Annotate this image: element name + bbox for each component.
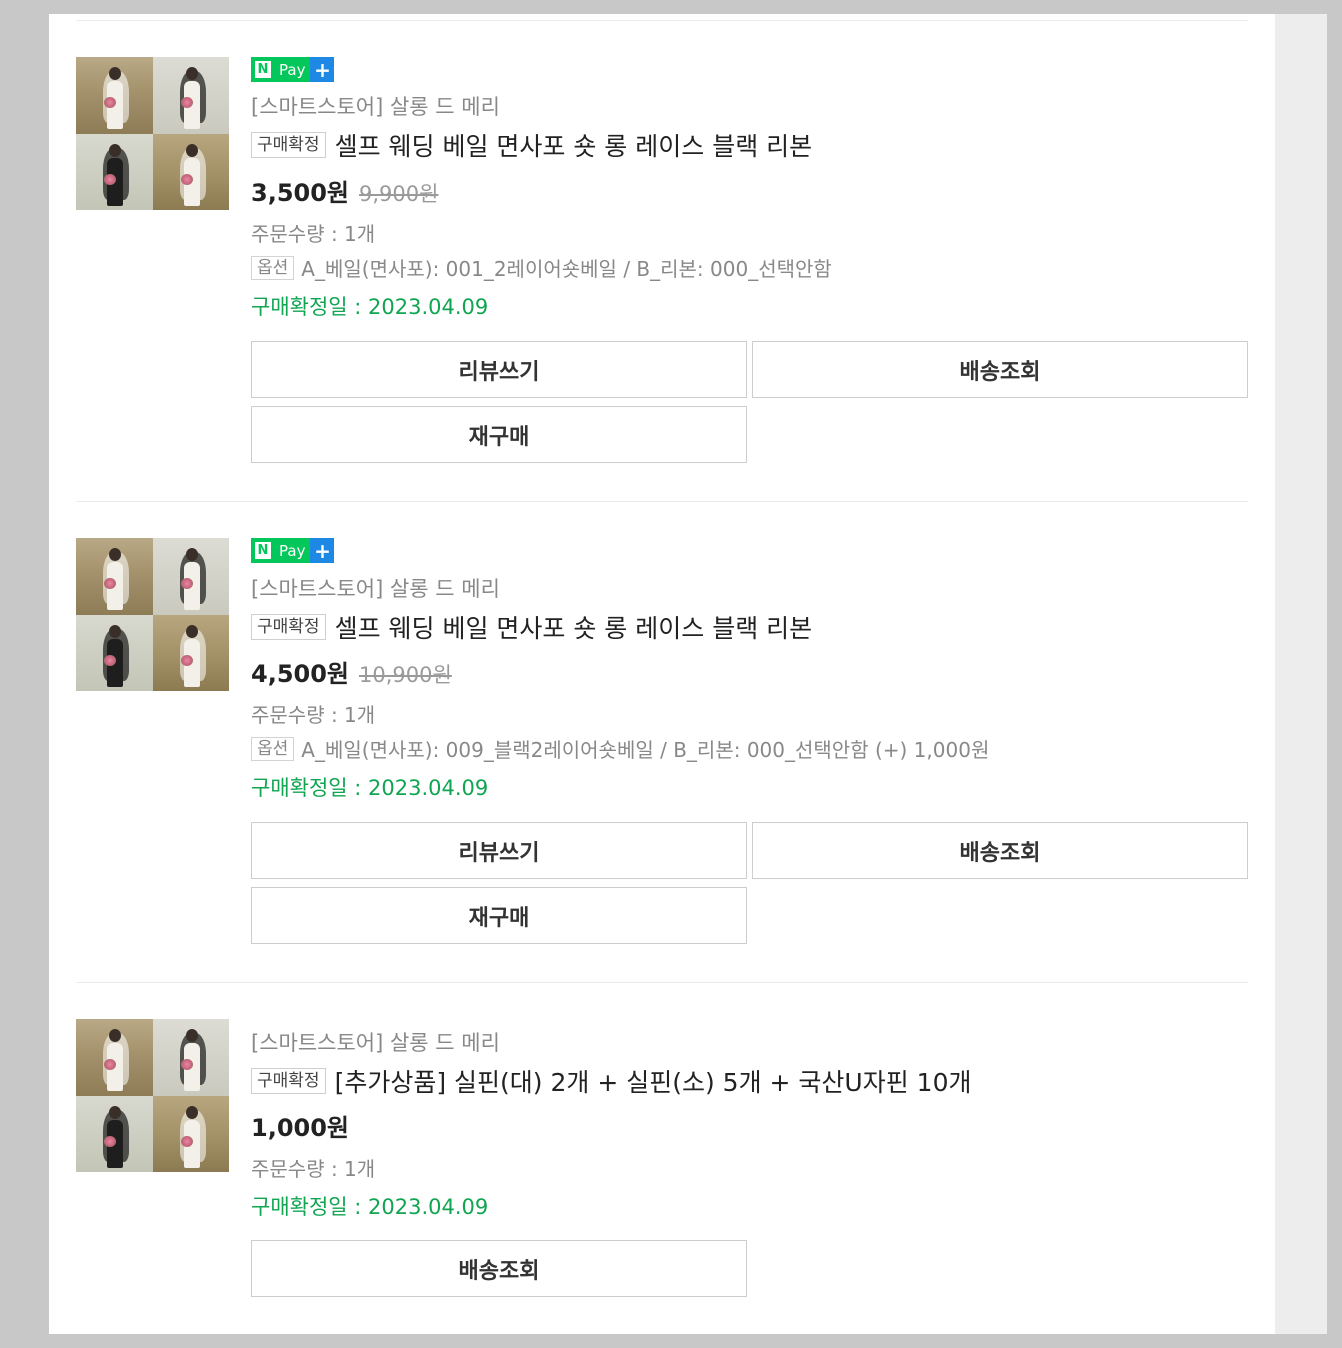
plus-icon: + [310,57,335,82]
divider [76,20,1248,21]
order-quantity: 주문수량 : 1개 [251,703,376,727]
order-list-panel: N Pay + [스마트스토어] 살롱 드 메리 구매확정 셀프 웨딩 베일 면… [49,14,1275,1334]
npay-plus-badge: N Pay + [251,538,335,563]
write-review-button[interactable]: 리뷰쓰기 [251,341,747,398]
divider [76,982,1248,983]
order-quantity: 주문수량 : 1개 [251,222,376,246]
option-badge: 옵션 [251,736,295,761]
divider [76,501,1248,502]
product-title[interactable]: 셀프 웨딩 베일 면사포 숏 롱 레이스 블랙 리본 [335,127,813,163]
track-delivery-button[interactable]: 배송조회 [251,1240,747,1297]
write-review-button[interactable]: 리뷰쓰기 [251,822,747,879]
sale-price: 4,500원 [251,660,349,688]
naver-n-icon: N [251,57,275,82]
product-title[interactable]: 셀프 웨딩 베일 면사포 숏 롱 레이스 블랙 리본 [335,609,813,645]
option-text: A_베일(면사포): 001_2레이어숏베일 / B_리본: 000_선택안함 [301,257,832,281]
store-name[interactable]: [스마트스토어] 살롱 드 메리 [251,91,500,121]
sale-price: 3,500원 [251,179,349,207]
option-text: A_베일(면사포): 009_블랙2레이어숏베일 / B_리본: 000_선택안… [301,738,990,762]
npay-label: Pay [275,57,311,82]
product-title[interactable]: [추가상품] 실핀(대) 2개 + 실핀(소) 5개 + 국산U자핀 10개 [335,1063,972,1099]
naver-n-icon: N [251,538,275,563]
store-name[interactable]: [스마트스토어] 살롱 드 메리 [251,573,500,603]
option-badge: 옵션 [251,255,295,280]
confirm-date: 구매확정일 : 2023.04.09 [251,1195,489,1219]
plus-icon: + [310,538,335,563]
confirm-date: 구매확정일 : 2023.04.09 [251,295,489,319]
status-badge: 구매확정 [251,614,326,640]
repurchase-button[interactable]: 재구매 [251,887,747,944]
confirm-date: 구매확정일 : 2023.04.09 [251,776,489,800]
track-delivery-button[interactable]: 배송조회 [752,822,1248,879]
product-thumbnail[interactable] [76,1019,229,1172]
product-thumbnail[interactable] [76,538,229,691]
original-price: 10,900원 [359,663,452,687]
product-thumbnail[interactable] [76,57,229,210]
page-scroll-area [1275,14,1327,1334]
store-name[interactable]: [스마트스토어] 살롱 드 메리 [251,1027,500,1057]
order-quantity: 주문수량 : 1개 [251,1157,376,1181]
npay-plus-badge: N Pay + [251,57,335,82]
npay-label: Pay [275,538,311,563]
status-badge: 구매확정 [251,1068,326,1094]
track-delivery-button[interactable]: 배송조회 [752,341,1248,398]
original-price: 9,900원 [359,182,439,206]
sale-price: 1,000원 [251,1114,349,1142]
repurchase-button[interactable]: 재구매 [251,406,747,463]
status-badge: 구매확정 [251,132,326,158]
